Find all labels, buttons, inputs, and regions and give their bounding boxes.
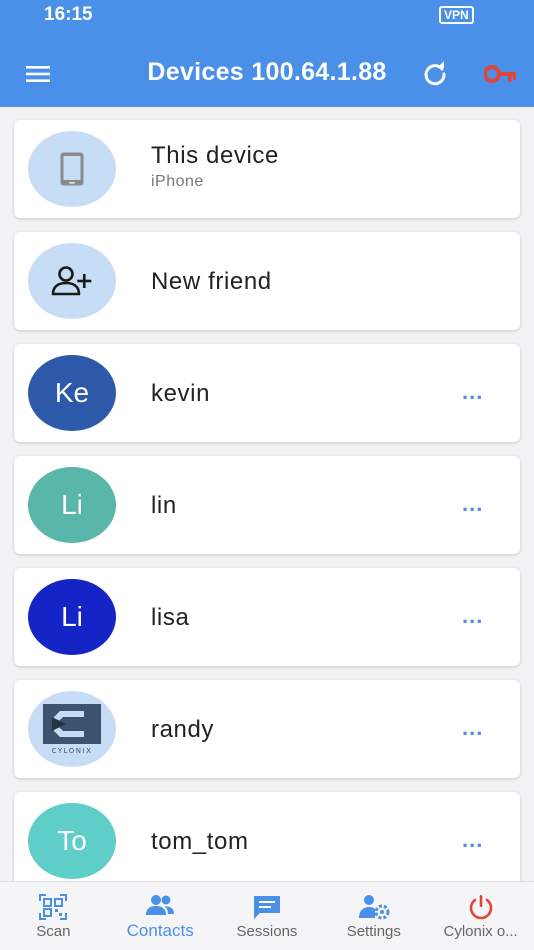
more-options-icon[interactable]: ... (462, 381, 492, 403)
contact-name: randy (151, 716, 215, 743)
list-item-contact[interactable]: Li lin ... (14, 456, 520, 554)
tab-cylonix[interactable]: Cylonix o... (427, 882, 534, 950)
list-item-contact[interactable]: To tom_tom ... (14, 792, 520, 890)
settings-icon (358, 895, 390, 920)
tab-label: Sessions (236, 923, 298, 940)
more-options-icon[interactable]: ... (462, 493, 492, 515)
avatar: Li (28, 579, 116, 655)
svg-text:CYLONIX: CYLONIX (52, 747, 93, 755)
more-options-icon[interactable]: ... (462, 605, 492, 627)
avatar: CYLONIX (28, 691, 116, 767)
tab-contacts[interactable]: Contacts (107, 882, 214, 950)
cylonix-logo: CYLONIX (43, 704, 101, 755)
contact-name: New friend (151, 268, 272, 295)
contacts-list: This device iPhone New friend Ke kevin .… (14, 120, 520, 904)
list-item-new-friend[interactable]: New friend (14, 232, 520, 330)
avatar: Ke (28, 355, 116, 431)
power-icon (469, 895, 492, 920)
contacts-icon (146, 895, 175, 915)
contact-name: lin (151, 492, 177, 519)
contact-name: tom_tom (151, 828, 249, 855)
contact-name: lisa (151, 604, 190, 631)
avatar: Li (28, 467, 116, 543)
vpn-badge: VPN (439, 6, 474, 24)
contact-name: kevin (151, 380, 211, 407)
avatar (28, 131, 116, 207)
tab-scan[interactable]: Scan (0, 882, 107, 950)
page-title: Devices 100.64.1.88 (147, 58, 387, 86)
add-friend-icon (51, 266, 92, 296)
list-item-contact[interactable]: Ke kevin ... (14, 344, 520, 442)
contact-subtitle: iPhone (151, 173, 204, 190)
phone-icon (60, 152, 84, 186)
tab-label: Settings (346, 923, 401, 940)
avatar: To (28, 803, 116, 879)
more-options-icon[interactable]: ... (462, 829, 492, 851)
refresh-icon[interactable] (421, 60, 449, 88)
tab-label: Cylonix o... (443, 923, 518, 940)
key-icon[interactable] (484, 63, 518, 85)
chat-icon (253, 896, 280, 919)
tab-sessions[interactable]: Sessions (214, 882, 321, 950)
avatar (28, 243, 116, 319)
app-header: 16:15 VPN Devices 100.64.1.88 (0, 0, 534, 107)
qr-scan-icon (39, 894, 68, 920)
tab-label: Contacts (126, 921, 194, 940)
list-item-contact[interactable]: CYLONIX randy ... (14, 680, 520, 778)
more-options-icon[interactable]: ... (462, 717, 492, 739)
list-item-this-device[interactable]: This device iPhone (14, 120, 520, 218)
tab-label: Scan (36, 923, 71, 940)
tab-settings[interactable]: Settings (320, 882, 427, 950)
contact-name: This device (151, 142, 279, 169)
status-time: 16:15 (44, 4, 93, 25)
bottom-tab-bar: Scan Contacts Sessions Settings Cylonix … (0, 881, 534, 950)
list-item-contact[interactable]: Li lisa ... (14, 568, 520, 666)
